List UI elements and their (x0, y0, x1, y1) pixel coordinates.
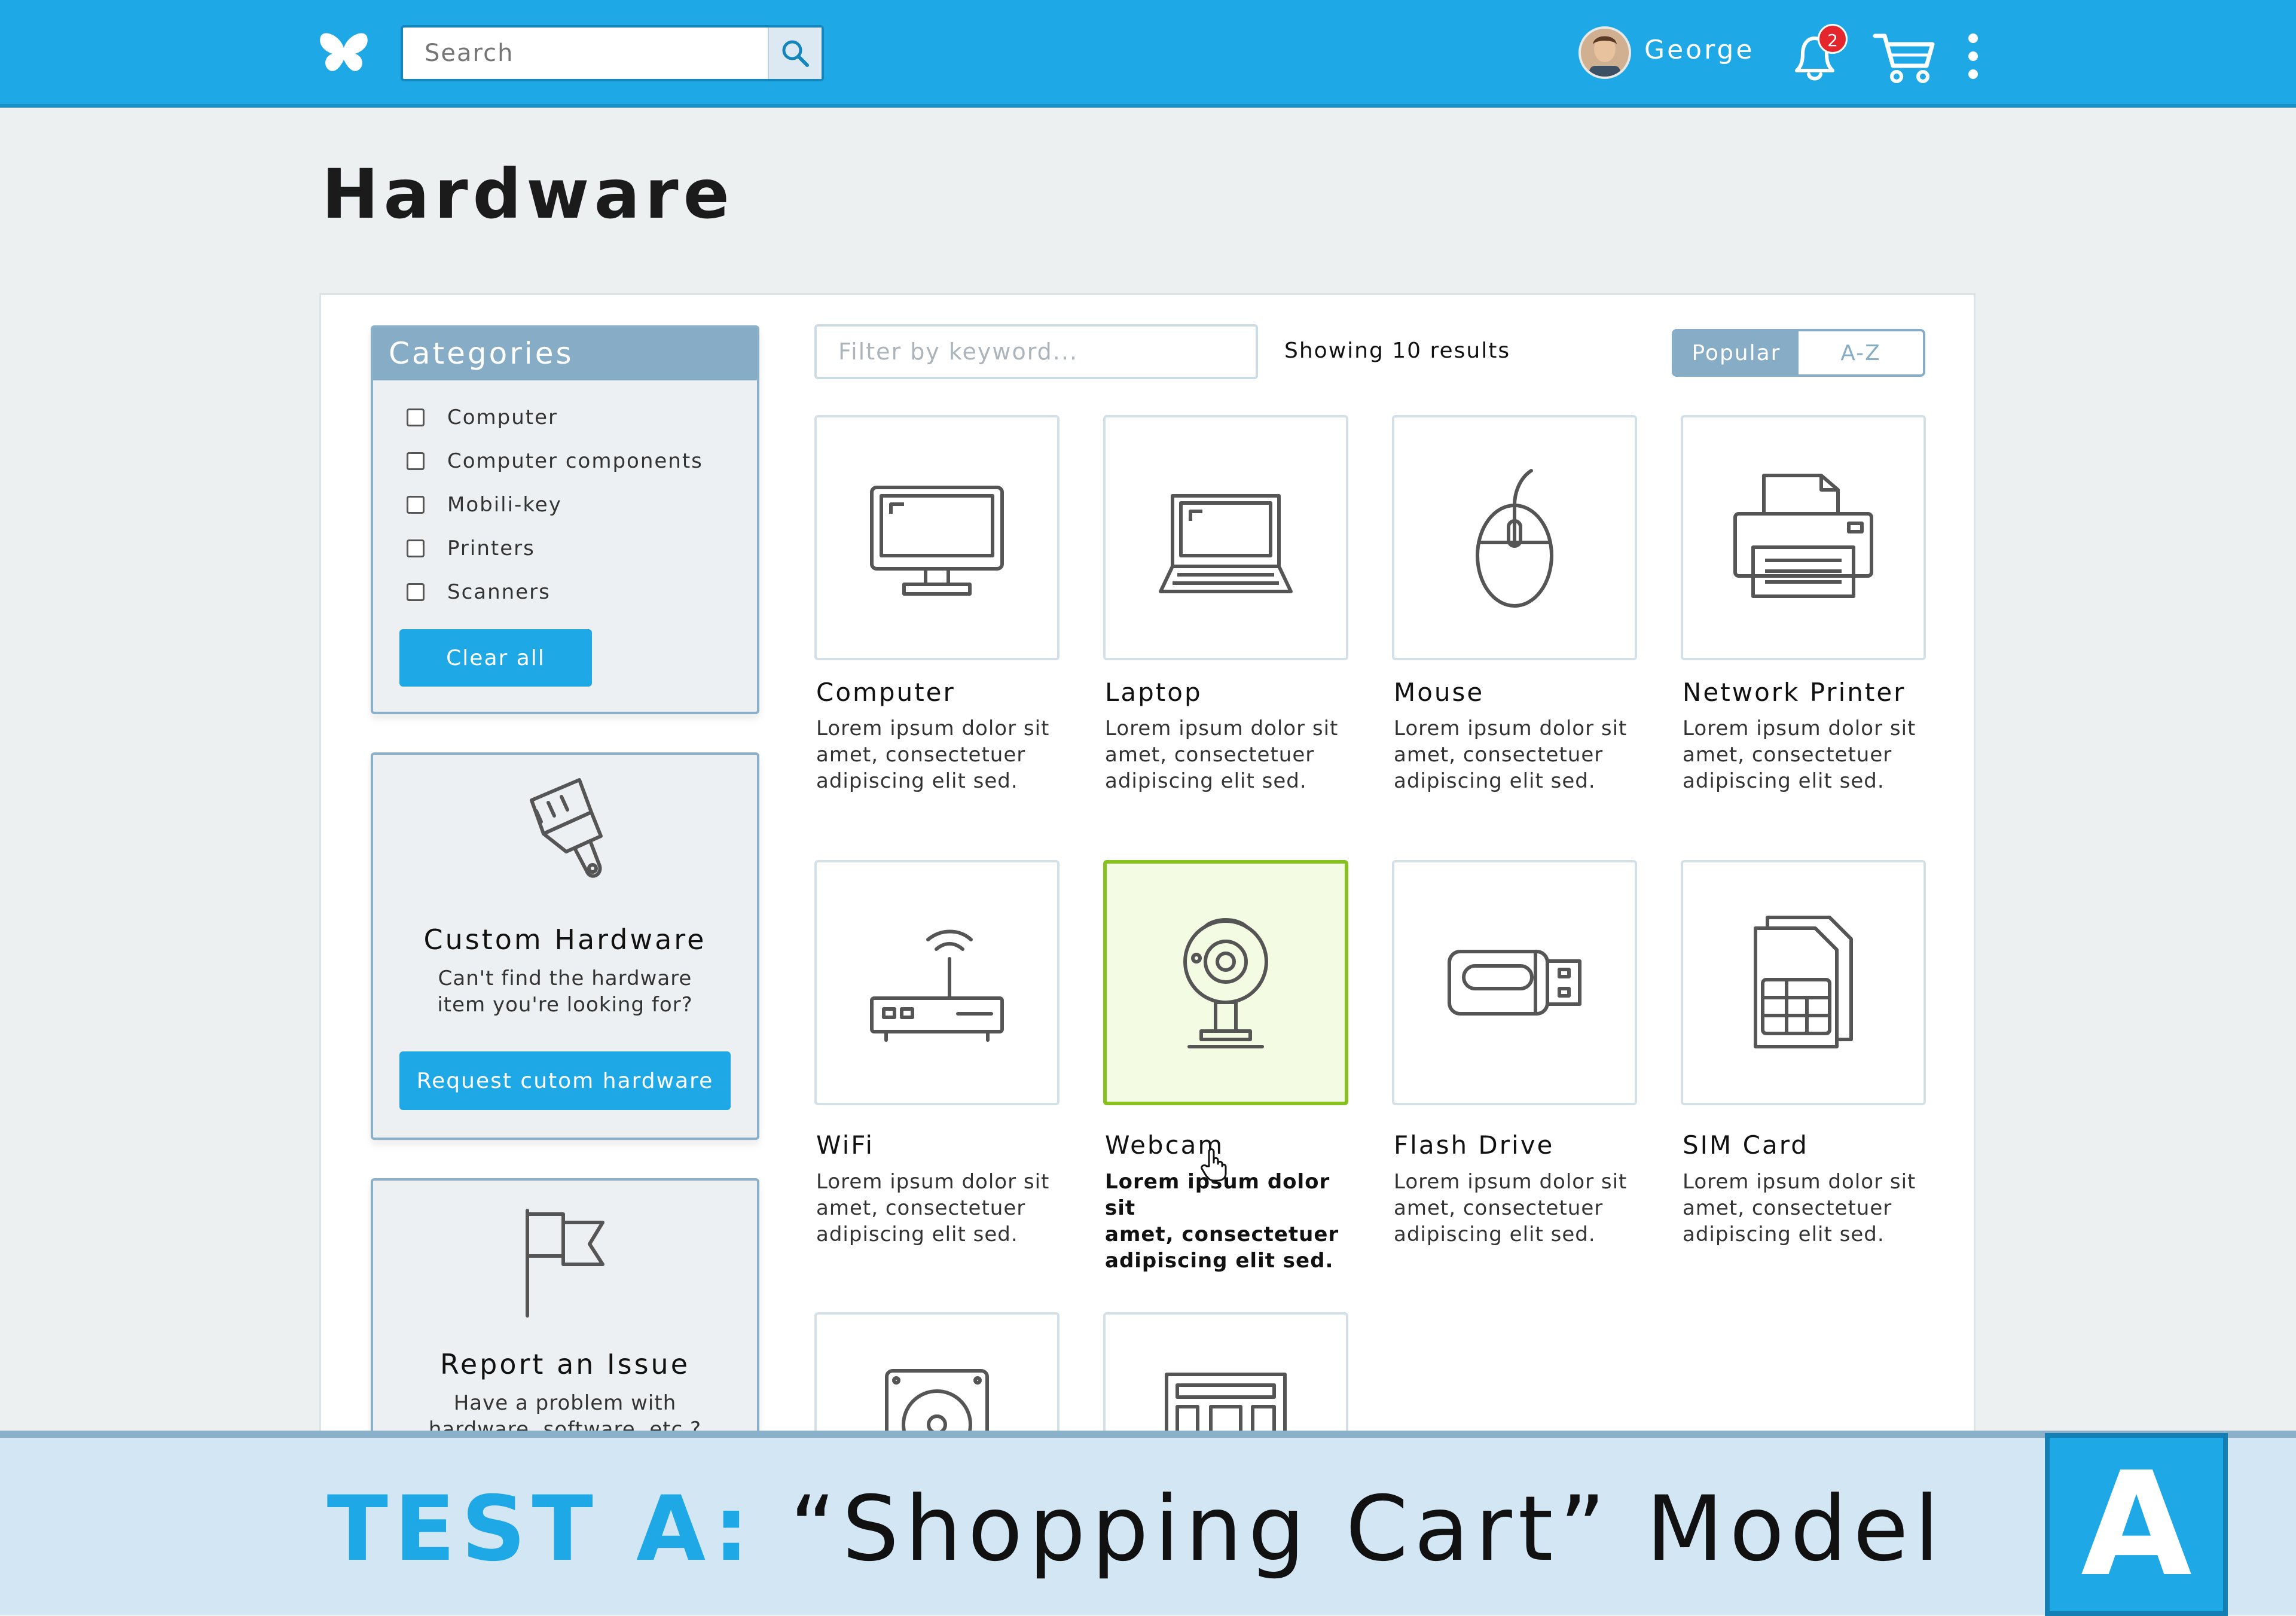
computer-monitor-icon (870, 486, 1004, 596)
printer-icon (1733, 474, 1873, 598)
webcam-icon (1183, 918, 1268, 1048)
report-issue-title: Report an Issue (439, 1348, 691, 1380)
categories-card: Categories Computer Computer components … (371, 325, 759, 714)
product-name[interactable]: Mouse (1394, 678, 1484, 707)
product-tile-webcam[interactable] (1103, 860, 1348, 1105)
product-description: Lorem ipsum dolor sit amet, consectetuer a… (1394, 716, 1628, 793)
cart-icon[interactable] (1871, 26, 1937, 86)
product-description: Lorem ipsum dolor sit amet, consectetuer a… (816, 1170, 1050, 1246)
product-tile-network-printer[interactable] (1681, 415, 1926, 660)
clear-all-button[interactable]: Clear all (399, 629, 592, 687)
category-scanners[interactable]: Scanners (407, 580, 551, 604)
product-description: Lorem ipsum dolor sit amet, consectetuer a… (1394, 1170, 1628, 1246)
laptop-icon (1159, 494, 1293, 593)
checkbox[interactable] (407, 452, 425, 470)
checkbox[interactable] (407, 408, 425, 426)
butterfly-logo-icon[interactable] (317, 30, 371, 78)
sort-az-button[interactable]: A-Z (1799, 331, 1923, 374)
flash-drive-icon (1448, 950, 1581, 1016)
product-name[interactable]: Flash Drive (1394, 1130, 1554, 1160)
hand-cursor-icon (1201, 1148, 1227, 1182)
category-printers[interactable]: Printers (407, 536, 535, 560)
product-tile-computer[interactable] (814, 415, 1060, 660)
request-custom-hardware-button[interactable]: Request cutom hardware (399, 1051, 731, 1110)
product-tile-flash-drive[interactable] (1392, 860, 1637, 1105)
results-count: Showing 10 results (1284, 339, 1511, 363)
sort-popular-button[interactable]: Popular (1674, 331, 1799, 374)
category-computer[interactable]: Computer (407, 405, 558, 429)
custom-hardware-text-2: item you're looking for? (437, 993, 693, 1017)
sort-toggle: Popular A-Z (1672, 329, 1925, 377)
product-description: Lorem ipsum dolor sit amet, consectetuer a… (1105, 716, 1339, 793)
custom-hardware-card: Custom Hardware Can't find the hardware … (371, 752, 759, 1140)
paintbrush-icon (530, 778, 603, 878)
product-name[interactable]: Network Printer (1683, 678, 1906, 707)
report-issue-card: Report an Issue Have a problem with hard… (371, 1178, 759, 1441)
product-description: Lorem ipsum dolor sit amet, consectetuer a… (816, 716, 1050, 793)
product-name[interactable]: Computer (816, 678, 955, 707)
category-mobili-key[interactable]: Mobili-key (407, 493, 562, 517)
product-tile-wifi[interactable] (814, 860, 1060, 1105)
username[interactable]: George (1644, 35, 1754, 65)
category-computer-components[interactable]: Computer components (407, 449, 703, 473)
notification-badge: 2 (1818, 24, 1848, 54)
search-icon (782, 40, 809, 67)
search-box (401, 25, 824, 81)
product-name[interactable]: SIM Card (1683, 1130, 1809, 1160)
checkbox[interactable] (407, 583, 425, 601)
product-name[interactable]: Laptop (1105, 678, 1202, 707)
filter-input[interactable]: Filter by keyword... (814, 324, 1258, 379)
mouse-icon (1476, 469, 1553, 608)
variant-badge: A (2045, 1433, 2228, 1616)
checkbox[interactable] (407, 539, 425, 557)
avatar[interactable] (1578, 26, 1631, 79)
sim-card-icon (1754, 916, 1853, 1048)
product-description: Lorem ipsum dolor sit amet, consectetuer a… (1683, 716, 1916, 793)
kebab-menu-icon[interactable] (1967, 32, 1979, 80)
product-tile-laptop[interactable] (1103, 415, 1348, 660)
product-description: Lorem ipsum dolor sit amet, consectetuer a… (1683, 1170, 1916, 1246)
checkbox[interactable] (407, 496, 425, 514)
wifi-router-icon (870, 929, 1004, 1042)
custom-hardware-text-1: Can't find the hardware (438, 966, 692, 990)
product-description: Lorem ipsum dolor sit amet, consectetuer a… (1105, 1170, 1339, 1273)
categories-title: Categories (373, 328, 757, 380)
search-button[interactable] (768, 28, 822, 79)
product-tile-sim-card[interactable] (1681, 860, 1926, 1105)
search-input[interactable] (403, 29, 762, 77)
banner-title: TEST A: “Shopping Cart” Model (326, 1477, 1946, 1581)
report-issue-text-1: Have a problem with (453, 1391, 677, 1415)
page-title: Hardware (322, 154, 734, 234)
product-tile-mouse[interactable] (1392, 415, 1637, 660)
custom-hardware-title: Custom Hardware (423, 923, 707, 956)
flag-icon (526, 1209, 604, 1318)
product-name[interactable]: WiFi (816, 1130, 874, 1160)
